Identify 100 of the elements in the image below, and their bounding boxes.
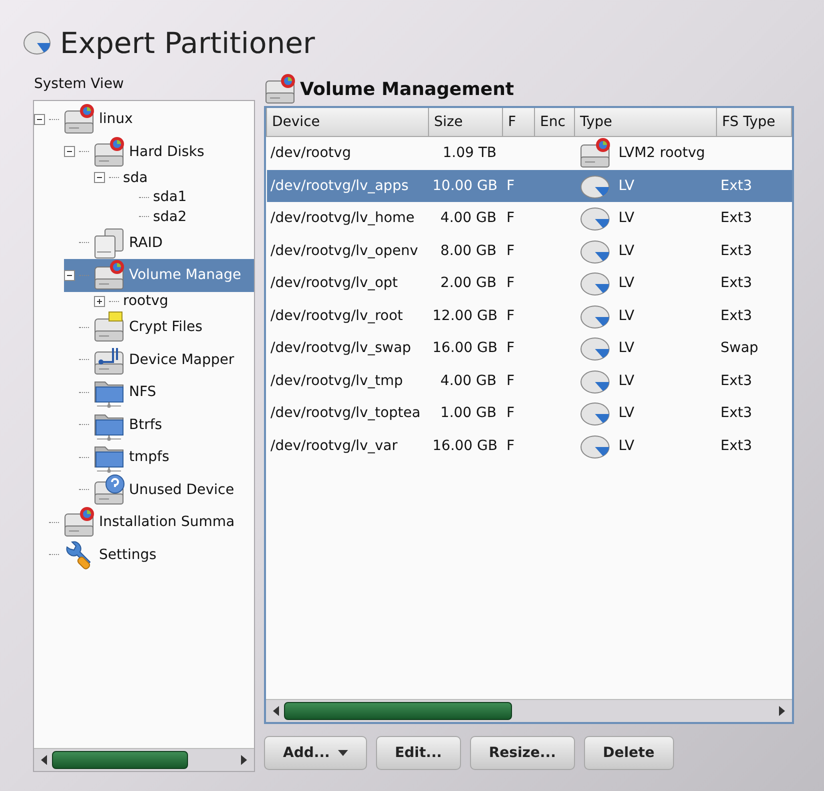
tree-item-label[interactable]: linux — [99, 111, 133, 128]
table-cell: /dev/rootvg/lv_openv — [270, 242, 418, 259]
hard-disk-icon — [63, 506, 95, 538]
table-cell: 16.00 GB — [432, 340, 498, 356]
table-row[interactable]: /dev/rootvg/lv_swap 16.00 GB F LV Swap — [266, 332, 792, 364]
table-cell: 4.00 GB — [440, 210, 496, 226]
tree-item-label[interactable]: Installation Summa — [99, 514, 235, 530]
table-cell: Ext3 — [720, 210, 752, 226]
table-cell: Swap — [720, 340, 758, 356]
table-cell: Ext3 — [720, 372, 752, 389]
table-cell: 12.00 GB — [432, 308, 498, 324]
table-row[interactable]: /dev/rootvg/lv_var 16.00 GB F LV Ext3 — [266, 430, 792, 462]
table-cell: 10.00 GB — [432, 178, 498, 194]
action-button[interactable]: Delete — [584, 736, 674, 770]
column-header[interactable]: Size — [428, 108, 502, 136]
panel-label: System View — [34, 76, 125, 94]
table-cell: 4.00 GB — [440, 372, 496, 389]
table-cell: LV — [618, 275, 634, 292]
table-row[interactable]: /dev/rootvg 1.09 TB LVM2 rootvg — [266, 136, 792, 170]
collapse-icon[interactable] — [64, 270, 75, 281]
caret-icon — [338, 750, 348, 756]
table-cell: LVM2 rootvg — [618, 145, 706, 162]
table-cell: 16.00 GB — [432, 438, 498, 454]
stacked-disks-icon — [93, 226, 125, 259]
table-cell: F — [506, 405, 515, 422]
table-cell: /dev/rootvg — [270, 145, 351, 162]
tree-item-label[interactable]: RAID — [129, 234, 163, 251]
tree-item-label[interactable]: sda1 — [153, 189, 187, 206]
table-cell: F — [506, 308, 515, 324]
horizontal-scrollbar[interactable] — [266, 699, 792, 722]
table-row[interactable]: /dev/rootvg/lv_toptea 1.00 GB F LV Ext3 — [266, 397, 792, 430]
scroll-right-icon[interactable] — [240, 755, 248, 765]
table-cell: Ext3 — [720, 308, 752, 324]
column-header[interactable]: Type — [574, 108, 716, 136]
tree-item-label[interactable]: Settings — [99, 546, 156, 563]
scroll-left-icon[interactable] — [272, 706, 280, 716]
column-header[interactable]: F — [502, 108, 534, 136]
tree-item-label[interactable]: rootvg — [123, 293, 168, 310]
table-cell: F — [506, 438, 515, 454]
column-header[interactable]: FS Type — [716, 108, 792, 136]
hard-disk-icon — [93, 259, 125, 292]
table-cell: LV — [618, 210, 634, 226]
table-row[interactable]: /dev/rootvg/lv_root 12.00 GB F LV Ext3 — [266, 300, 792, 332]
table-row[interactable]: /dev/rootvg/lv_home 4.00 GB F LV Ext3 — [266, 202, 792, 234]
tree-item-label[interactable]: Hard Disks — [129, 144, 204, 160]
table-cell: LV — [618, 308, 634, 324]
table-cell: 8.00 GB — [440, 242, 496, 259]
table-cell: 2.00 GB — [440, 275, 496, 292]
table-cell: /dev/rootvg/lv_apps — [270, 178, 408, 194]
tree-item-label[interactable]: NFS — [129, 384, 156, 400]
table-cell: LV — [618, 340, 634, 356]
table-row[interactable]: /dev/rootvg/lv_opt 2.00 GB F LV Ext3 — [266, 267, 792, 300]
tree-item-label[interactable]: Unused Device — [129, 482, 234, 498]
panel-title: Volume Management — [300, 78, 514, 100]
hard-disk-icon — [264, 73, 296, 105]
table-cell: Ext3 — [720, 275, 752, 292]
action-button[interactable]: Edit... — [376, 736, 461, 770]
column-header[interactable]: Device — [266, 108, 428, 136]
table-cell: F — [506, 340, 515, 356]
action-button[interactable]: Add... — [264, 736, 367, 770]
table-cell: F — [506, 210, 515, 226]
table-cell: /dev/rootvg/lv_home — [270, 210, 415, 226]
horizontal-scrollbar[interactable] — [34, 748, 254, 771]
tree-item-label[interactable]: tmpfs — [129, 449, 170, 466]
table-cell: Ext3 — [720, 405, 752, 422]
hard-disk-icon — [93, 136, 125, 168]
tree-item-label[interactable]: Btrfs — [129, 416, 162, 433]
table-cell: F — [506, 372, 515, 389]
table-cell: /dev/rootvg/lv_toptea — [270, 405, 420, 422]
table-cell: LV — [618, 372, 634, 389]
selected-table-row[interactable]: /dev/rootvg/lv_apps 10.00 GB F LV Ext3 — [266, 170, 792, 202]
collapse-icon[interactable] — [64, 146, 75, 158]
table-cell: /dev/rootvg/lv_root — [270, 308, 403, 324]
disk-question-icon — [93, 474, 125, 506]
tree-item-label[interactable]: Volume Manage — [129, 267, 242, 284]
collapse-icon[interactable] — [34, 114, 45, 125]
expand-icon[interactable] — [94, 296, 105, 307]
action-button[interactable]: Resize... — [470, 736, 575, 770]
hard-disk-icon — [578, 137, 610, 170]
table-cell: F — [506, 178, 515, 194]
hard-disk-icon — [63, 103, 95, 136]
tree-item-label[interactable]: Crypt Files — [129, 319, 202, 336]
collapse-icon[interactable] — [94, 172, 105, 184]
table-cell: /dev/rootvg/lv_opt — [270, 275, 398, 292]
table-cell: /dev/rootvg/lv_swap — [270, 340, 412, 356]
table-cell: LV — [618, 242, 634, 259]
scroll-left-icon[interactable] — [40, 755, 48, 765]
window-title: Expert Partitioner — [60, 26, 315, 60]
tree-item-label[interactable]: sda2 — [153, 208, 187, 225]
tree-item-label[interactable]: Device Mapper — [129, 352, 234, 368]
selected-tree-row[interactable]: Volume Manage — [64, 259, 254, 292]
table-row[interactable]: /dev/rootvg/lv_tmp 4.00 GB F LV Ext3 — [266, 364, 792, 397]
tree-item-label[interactable]: sda — [123, 170, 148, 186]
table-cell: F — [506, 242, 515, 259]
table-cell: Ext3 — [720, 242, 752, 259]
table-cell: LV — [618, 178, 634, 194]
table-cell: F — [506, 275, 515, 292]
column-header[interactable]: Enc — [534, 108, 574, 136]
table-row[interactable]: /dev/rootvg/lv_openv 8.00 GB F LV Ext3 — [266, 234, 792, 267]
scroll-right-icon[interactable] — [778, 706, 786, 716]
